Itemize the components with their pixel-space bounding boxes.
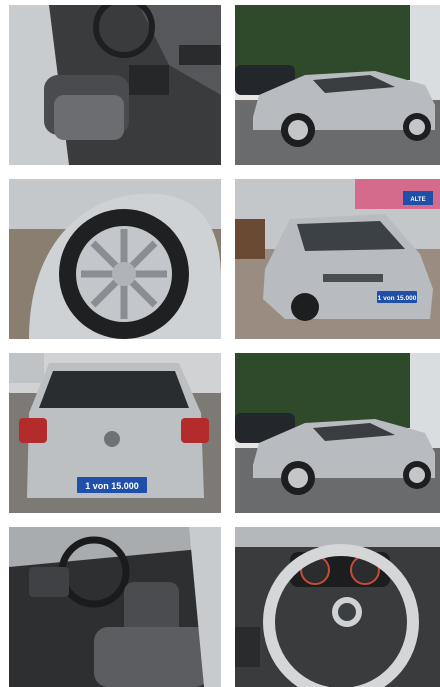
interior-seats-image — [9, 527, 221, 687]
photo-tile-exterior-front[interactable]: ALTE 1 von 15.000 — [235, 179, 440, 339]
exterior-side-image-2 — [235, 353, 440, 513]
wheel-closeup-image — [9, 179, 221, 339]
photo-tile-interior-driver[interactable] — [9, 5, 221, 165]
photo-tile-exterior-side-2[interactable] — [235, 353, 440, 513]
front-plate-text: 1 von 15.000 — [378, 295, 417, 302]
photo-tile-exterior-rear[interactable]: 1 von 15.000 — [9, 353, 221, 513]
photo-tile-wheel[interactable] — [9, 179, 221, 339]
exterior-rear-image: 1 von 15.000 — [9, 353, 221, 513]
dealer-sign-text: ALTE — [410, 197, 425, 203]
photo-tile-interior-seats[interactable] — [9, 527, 221, 687]
photo-tile-exterior-side[interactable] — [235, 5, 440, 165]
rear-plate-text: 1 von 15.000 — [85, 481, 139, 491]
exterior-front-image: ALTE 1 von 15.000 — [235, 179, 440, 339]
photo-tile-steering-wheel[interactable] — [235, 527, 440, 687]
photo-gallery: ALTE 1 von 15.000 1 von 15.000 — [0, 0, 440, 687]
exterior-side-image — [235, 5, 440, 165]
interior-driver-seat-image — [9, 5, 221, 165]
steering-wheel-dashboard-image — [235, 527, 440, 687]
